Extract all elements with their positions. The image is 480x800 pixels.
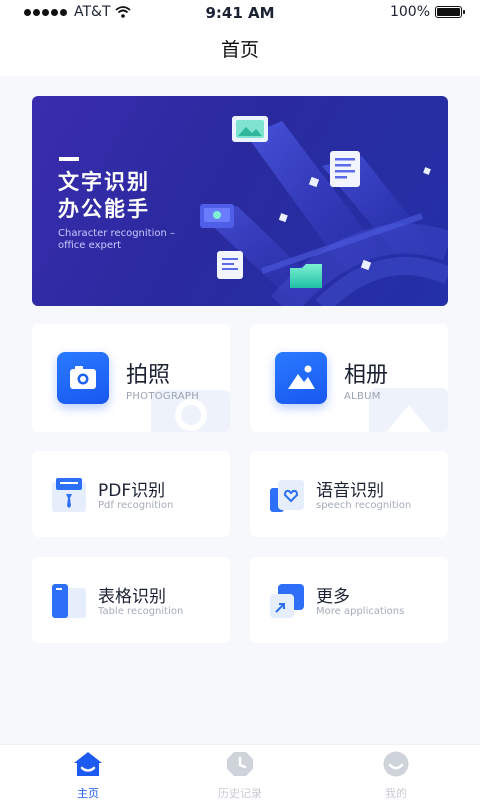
more-apps-card[interactable]: 更多 More applications (250, 557, 448, 643)
pdf-recognition-card[interactable]: PDF识别 Pdf recognition (32, 451, 230, 537)
battery: 100% (389, 4, 465, 20)
speech-sublabel: speech recognition (316, 500, 412, 511)
status-bar: AT&T 9:41 AM 100% (0, 0, 480, 26)
table-sublabel: Table recognition (98, 606, 184, 617)
battery-icon (435, 6, 465, 18)
photo-label: 拍照 (126, 363, 171, 388)
image-icon (275, 352, 327, 404)
profile-icon (383, 751, 409, 777)
expand-arrow-icon (270, 584, 304, 618)
speech-recognition-card[interactable]: 语音识别 speech recognition (250, 451, 448, 537)
tab-home-label: 主页 (77, 787, 99, 800)
pdf-sublabel: Pdf recognition (98, 500, 174, 511)
table-recognition-card[interactable]: 表格识别 Table recognition (32, 557, 230, 643)
battery-percent: 100% (389, 4, 430, 20)
table-doc-icon (52, 584, 86, 618)
photo-card[interactable]: 拍照 PHOTOGRAPH (32, 324, 230, 432)
promo-banner[interactable]: 文字识别 办公能手 Character recognition – office… (32, 96, 448, 306)
camera-icon (57, 352, 109, 404)
tab-home[interactable]: 主页 (48, 751, 128, 800)
tab-profile[interactable]: 我的 (356, 751, 436, 800)
tab-history[interactable]: 历史记录 (200, 751, 280, 800)
table-label: 表格识别 (98, 587, 166, 607)
heart-chat-icon (270, 480, 304, 512)
speech-label: 语音识别 (316, 481, 384, 501)
clock-icon (227, 752, 253, 776)
tab-profile-label: 我的 (385, 787, 407, 800)
home-icon (74, 752, 102, 776)
album-sublabel: ALBUM (344, 391, 381, 402)
tab-bar: 主页 历史记录 我的 (0, 744, 480, 800)
more-label: 更多 (316, 587, 350, 607)
album-card[interactable]: 相册 ALBUM (250, 324, 448, 432)
banner-headline-line1: 文字识别 (58, 170, 150, 194)
banner-headline-line2: 办公能手 (58, 197, 150, 221)
photo-sublabel: PHOTOGRAPH (126, 391, 200, 402)
pdf-doc-icon (52, 478, 86, 512)
tab-history-label: 历史记录 (218, 787, 262, 800)
pdf-label: PDF识别 (98, 481, 166, 501)
banner-subtitle: Character recognition – office expert (58, 228, 176, 251)
nav-bar: 首页 (0, 26, 480, 76)
album-label: 相册 (344, 363, 389, 388)
banner-accent-bar (59, 157, 79, 161)
more-sublabel: More applications (316, 606, 405, 617)
page-title: 首页 (220, 39, 259, 61)
banner-headline: 文字识别 办公能手 (58, 169, 150, 223)
